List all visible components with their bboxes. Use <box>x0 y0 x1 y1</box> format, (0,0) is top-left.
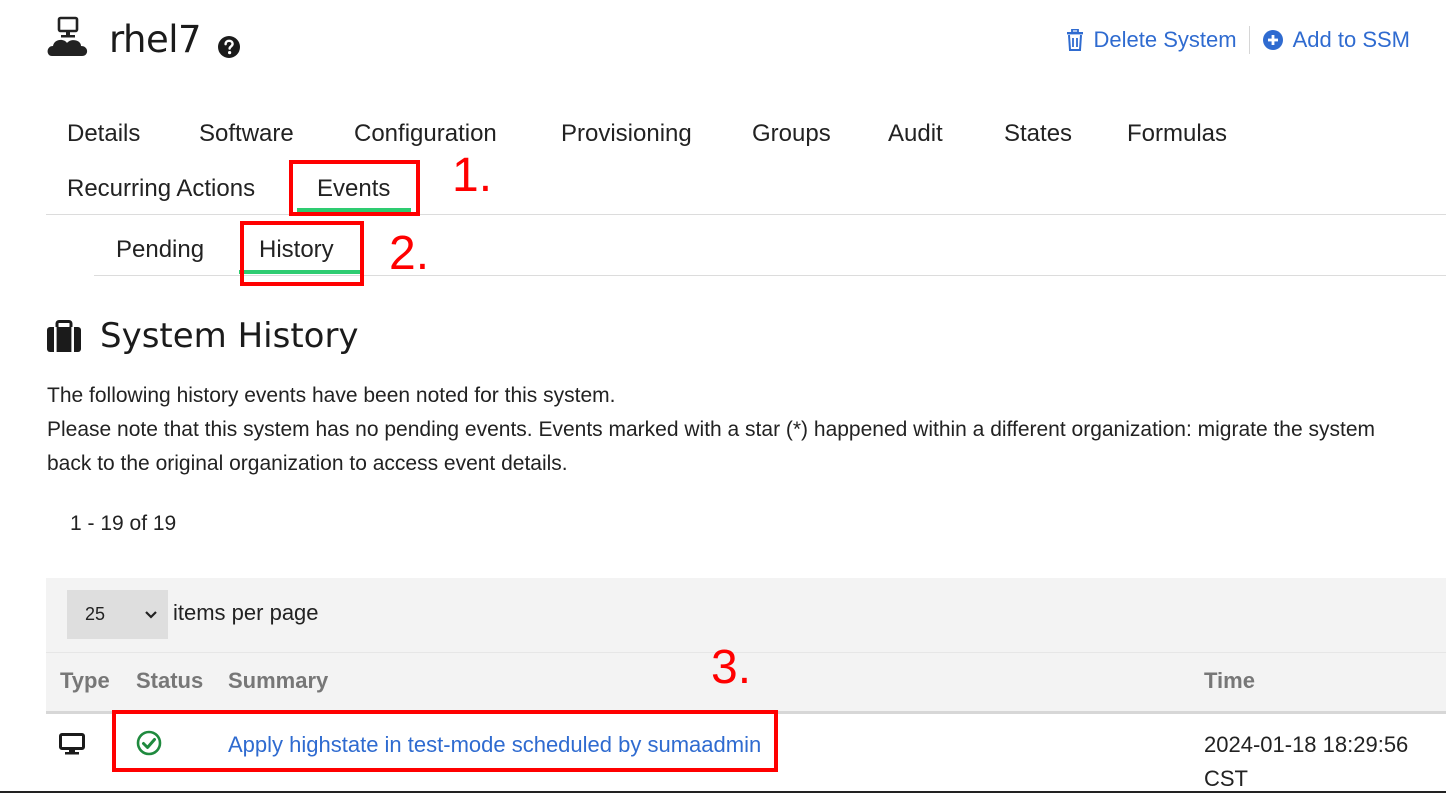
chevron-down-icon <box>145 610 157 619</box>
briefcase-icon <box>47 320 81 352</box>
column-header-type[interactable]: Type <box>60 668 110 694</box>
items-per-page-select[interactable]: 25 <box>67 590 168 639</box>
annotation-box-1 <box>289 160 420 216</box>
page-title: rhel7 <box>109 18 202 61</box>
items-per-page-value: 25 <box>85 604 106 624</box>
header-actions: Delete System Add to SSM <box>1065 26 1410 54</box>
add-to-ssm-button[interactable]: Add to SSM <box>1262 27 1410 53</box>
event-time: 2024-01-18 18:29:56 CST <box>1204 728 1408 796</box>
description-line-1: The following history events have been n… <box>47 384 616 407</box>
event-time-datetime: 2024-01-18 18:29:56 <box>1204 732 1409 757</box>
column-header-time[interactable]: Time <box>1204 668 1255 694</box>
tab-recurring-actions[interactable]: Recurring Actions <box>67 174 255 204</box>
annotation-label-1: 1. <box>452 149 493 202</box>
subtab-pending[interactable]: Pending <box>116 235 204 265</box>
items-per-page-label: items per page <box>173 600 319 625</box>
system-cloud-icon <box>47 16 88 56</box>
header-actions-divider <box>1248 26 1250 54</box>
plus-circle-icon <box>1262 30 1283 50</box>
annotation-label-3: 3. <box>711 641 752 694</box>
tab-provisioning[interactable]: Provisioning <box>561 119 692 149</box>
delete-system-button[interactable]: Delete System <box>1065 27 1237 53</box>
tab-formulas[interactable]: Formulas <box>1127 119 1227 149</box>
annotation-box-2 <box>240 221 364 286</box>
tab-details[interactable]: Details <box>67 119 140 149</box>
annotation-box-3 <box>112 710 778 772</box>
tab-configuration[interactable]: Configuration <box>354 119 497 149</box>
description-line-2: Please note that this system has no pend… <box>47 418 1376 441</box>
pagination-summary: 1 - 19 of 19 <box>70 512 177 535</box>
tab-states[interactable]: States <box>1004 119 1072 149</box>
section-title: System History <box>100 316 359 356</box>
tab-audit[interactable]: Audit <box>888 119 943 149</box>
column-header-summary[interactable]: Summary <box>228 668 328 694</box>
delete-system-label: Delete System <box>1093 27 1237 52</box>
help-icon[interactable] <box>217 35 241 59</box>
trash-icon <box>1066 29 1083 51</box>
tab-groups[interactable]: Groups <box>752 119 831 149</box>
description-line-3: back to the original organization to acc… <box>47 452 568 475</box>
annotation-label-2: 2. <box>389 227 430 280</box>
add-to-ssm-label: Add to SSM <box>1292 27 1410 52</box>
monitor-icon <box>59 733 85 755</box>
bottom-border <box>0 791 1446 793</box>
tabs-divider <box>46 214 1446 215</box>
tab-software[interactable]: Software <box>199 119 294 149</box>
column-header-status[interactable]: Status <box>136 668 203 694</box>
